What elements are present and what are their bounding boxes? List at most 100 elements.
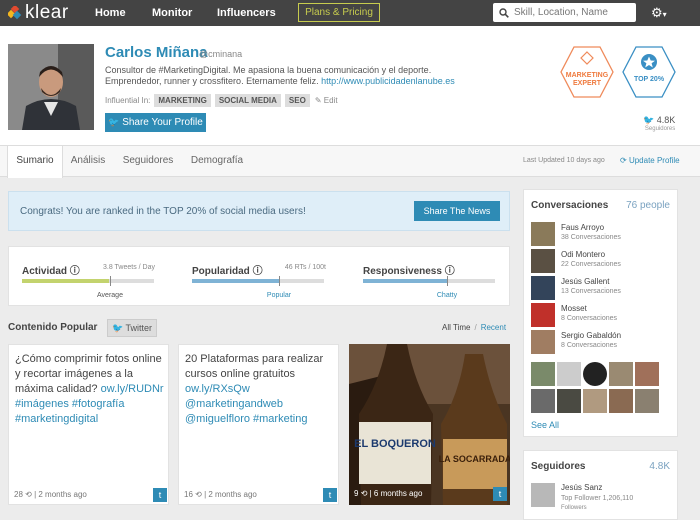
see-all-link[interactable]: See All [531,420,559,430]
gear-icon[interactable]: ⚙▾ [651,5,667,21]
conversation-count: 13 Conversaciones [561,288,621,295]
conversation-item[interactable]: Mosset 8 Conversaciones [531,303,671,327]
update-profile-link[interactable]: ⟳ Update Profile [620,156,680,165]
avatar[interactable] [609,389,633,413]
twitter-icon[interactable]: t [153,488,167,502]
tab-demografia[interactable]: Demografía [183,146,251,177]
twitter-bird-icon: 🐦 [108,117,120,127]
avatar[interactable] [531,483,555,507]
followers-label: Seguidores [644,126,676,132]
conversation-item[interactable]: Jesús Gallent 13 Conversaciones [531,276,671,300]
twitter-icon[interactable]: t [493,487,507,501]
bio-link[interactable]: http://www.publicidadenlanube.es [321,76,455,86]
metric-responsiveness-bar [363,279,495,283]
seguidores-count: 4.8K [649,461,670,472]
seguidores-panel: Seguidores 4.8K Jesús Sanz Top Follower … [523,450,678,520]
card-age: 2 months ago [38,490,87,499]
card-links[interactable]: ow.ly/RXsQw @marketingandweb @miguelflor… [185,383,307,425]
profile-handle: @cminana [199,49,243,59]
content-card-photo[interactable]: EL BOQUERON LA SOCARRADA 9 ⟲ | 6 months … [349,344,510,505]
avatar [531,222,555,246]
profile-header: Carlos Miñana @cminana Consultor de #Mar… [0,26,700,146]
tag-marketing[interactable]: MARKETING [154,94,211,107]
metric-actividad-bar [22,279,154,283]
avatar[interactable] [557,362,581,386]
nav-monitor[interactable]: Monitor [152,0,192,26]
metric-responsiveness-label: Responsiveness [363,266,442,277]
followers-count: 4.8K [656,115,676,125]
recent-link[interactable]: Recent [481,323,506,332]
avatar[interactable] [635,362,659,386]
logo-text: klear [25,2,69,23]
avatar [531,330,555,354]
content-card[interactable]: ¿Cómo comprimir fotos online y recortar … [8,344,169,505]
card-retweets: 9 [354,489,359,498]
card-retweets: 16 [184,490,193,499]
avatar [531,249,555,273]
edit-label: Edit [323,96,338,105]
badge-top-20-label: TOP 20% [633,76,665,83]
badge-marketing-expert[interactable]: MARKETING EXPERT [560,45,614,99]
conversation-item[interactable]: Faus Arroyo 38 Conversaciones [531,222,671,246]
avatar[interactable] [531,389,555,413]
conversation-name: Sergio Gabaldón [561,331,622,340]
metric-actividad-marker [110,276,111,286]
share-profile-label: Share Your Profile [122,117,203,128]
profile-name: Carlos Miñana [105,44,208,61]
metric-popularidad-fill [192,279,280,283]
card-age: 6 months ago [373,489,423,498]
edit-link[interactable]: ✎ Edit [315,96,338,105]
twitter-icon: 🐦 [111,323,124,333]
metric-popularidad-marker [279,276,280,286]
conversation-item[interactable]: Odi Montero 22 Conversaciones [531,249,671,273]
update-profile-label: Update Profile [628,156,680,165]
card-footer: 9 ⟲ | 6 months ago [354,489,423,498]
top-follower-name[interactable]: Jesús Sanz [561,483,602,492]
tag-seo[interactable]: SEO [284,94,310,107]
avatar [531,303,555,327]
avatar[interactable] [531,362,555,386]
conversation-name: Faus Arroyo [561,223,605,232]
influential-in: Influential In: MARKETING SOCIAL MEDIA S… [105,94,338,107]
avatar[interactable] [557,389,581,413]
twitter-filter-label: Twitter [125,323,153,333]
twitter-icon[interactable]: t [323,488,337,502]
avatar[interactable] [583,362,607,386]
conversation-name: Odi Montero [561,250,606,259]
conversaciones-title: Conversaciones [531,200,609,211]
conversaciones-count[interactable]: 76 people [626,200,670,211]
nav-home[interactable]: Home [95,0,126,26]
avatar[interactable] [609,362,633,386]
avatar[interactable] [583,389,607,413]
klear-logo[interactable]: klear [8,3,69,23]
tab-sumario[interactable]: Sumario [7,146,63,178]
avatar[interactable] [635,389,659,413]
nav-influencers[interactable]: Influencers [217,0,276,26]
all-time-link[interactable]: All Time [442,323,470,332]
tab-seguidores[interactable]: Seguidores [113,146,183,177]
conversation-item[interactable]: Sergio Gabaldón 8 Conversaciones [531,330,671,354]
beer-label-2: LA SOCARRADA [439,454,510,464]
tag-social-media[interactable]: SOCIAL MEDIA [214,94,281,107]
refresh-icon: ⟳ [620,156,627,165]
metric-responsiveness-level: Chatty [436,292,458,299]
plans-pricing-button[interactable]: Plans & Pricing [298,3,380,22]
congrats-text: Congrats! You are ranked in the TOP 20% … [20,206,306,217]
twitter-filter-tab[interactable]: 🐦 Twitter [107,319,157,337]
tab-analisis[interactable]: Análisis [63,146,113,177]
metric-popularidad-level: Popular [266,292,292,299]
time-filter: All Time / Recent [442,323,507,332]
metric-popularidad-label: Popularidad [192,266,250,277]
metric-popularidad-value: 46 RTs / 100t [284,264,326,271]
conversation-count: 8 Conversaciones [561,342,618,349]
content-card[interactable]: 20 Plataformas para realizar cursos onli… [178,344,339,505]
last-updated: Last Updated 10 days ago [523,157,605,164]
badge-top-20[interactable]: TOP 20% [622,45,676,99]
top-follower-stat-label: Followers [561,505,587,511]
card-text: 20 Plataformas para realizar cursos onli… [185,352,335,427]
share-news-button[interactable]: Share The News [414,201,500,221]
metric-responsiveness-fill [363,279,448,283]
card-footer: 28 ⟲ | 2 months ago [14,490,87,499]
share-profile-button[interactable]: 🐦 Share Your Profile [105,113,206,132]
search-input[interactable]: Skill, Location, Name [493,3,636,22]
